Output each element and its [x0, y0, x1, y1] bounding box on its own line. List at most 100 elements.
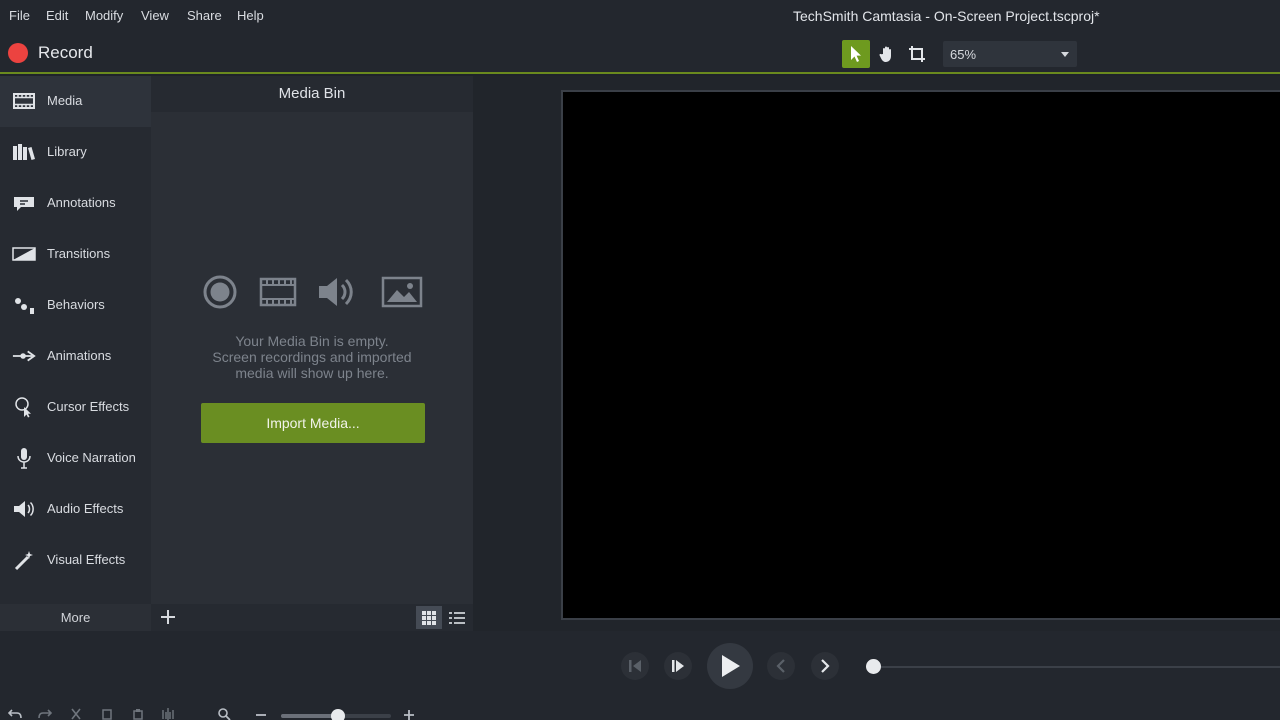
- select-pointer-icon: [851, 46, 861, 62]
- tab-label: Transitions: [47, 246, 111, 261]
- zoom-magnifier-icon: [216, 707, 232, 720]
- cursor-effects-icon: [12, 396, 36, 418]
- step-back-button[interactable]: [621, 652, 649, 680]
- tab-label: Audio Effects: [47, 501, 124, 516]
- magic-wand-icon: [12, 549, 36, 571]
- tab-cursor-effects[interactable]: Cursor Effects: [0, 382, 151, 433]
- record-button[interactable]: Record: [8, 42, 93, 64]
- import-media-button[interactable]: Import Media...: [201, 403, 425, 443]
- copy-icon[interactable]: [99, 707, 115, 720]
- cut-icon[interactable]: [68, 707, 84, 720]
- undo-icon[interactable]: [7, 707, 23, 720]
- grid-view-button[interactable]: [416, 606, 442, 629]
- tab-animations[interactable]: Animations: [0, 331, 151, 382]
- empty-message-line: Your Media Bin is empty.: [235, 333, 389, 349]
- tab-transitions[interactable]: Transitions: [0, 229, 151, 280]
- next-marker-button[interactable]: [811, 652, 839, 680]
- next-marker-icon: [821, 659, 830, 673]
- list-icon: [449, 611, 465, 624]
- tab-label: Cursor Effects: [47, 399, 130, 414]
- animation-arrow-icon: [12, 345, 36, 367]
- playhead-handle[interactable]: [866, 659, 881, 674]
- window-title: TechSmith Camtasia - On-Screen Project.t…: [793, 8, 1100, 24]
- media-bin-header: Media Bin: [151, 76, 473, 112]
- pan-hand-icon: [879, 46, 891, 62]
- select-tool-button[interactable]: [842, 40, 870, 68]
- transition-icon: [12, 243, 36, 265]
- grid-icon: [422, 610, 436, 625]
- more-button[interactable]: More: [0, 604, 151, 631]
- tab-library[interactable]: Library: [0, 127, 151, 178]
- step-forward-icon: [672, 660, 684, 672]
- zoom-value: 65%: [950, 47, 977, 62]
- pan-tool-button[interactable]: [873, 40, 901, 68]
- timeline-toolbar: [0, 701, 1280, 720]
- menu-view[interactable]: View: [141, 8, 169, 23]
- tab-behaviors[interactable]: Behaviors: [0, 280, 151, 331]
- library-books-icon: [12, 141, 36, 163]
- zoom-in-icon[interactable]: [401, 707, 417, 720]
- tools-panel: Media Library Annotations Transitions Be…: [0, 76, 151, 604]
- step-back-icon: [629, 660, 641, 672]
- media-type-icons: [151, 274, 473, 310]
- menu-bar: File Edit Modify View Share Help TechSmi…: [0, 0, 1280, 32]
- previous-marker-button[interactable]: [767, 652, 795, 680]
- tab-audio-effects[interactable]: Audio Effects: [0, 484, 151, 535]
- record-label: Record: [38, 43, 93, 62]
- playhead-track[interactable]: [874, 666, 1280, 668]
- playback-bar: [0, 631, 1280, 701]
- film-strip-icon: [12, 90, 36, 112]
- tab-label: Annotations: [47, 195, 116, 210]
- audio-speaker-icon: [317, 274, 359, 310]
- add-media-button[interactable]: [159, 608, 177, 626]
- preview-canvas[interactable]: [561, 90, 1280, 620]
- tab-visual-effects[interactable]: Visual Effects: [0, 535, 151, 586]
- paste-icon[interactable]: [130, 707, 146, 720]
- tab-media[interactable]: Media: [0, 76, 151, 127]
- empty-bin-message: Your Media Bin is empty. Screen recordin…: [151, 333, 473, 381]
- empty-message-line: Screen recordings and imported: [212, 349, 412, 365]
- tab-voice-narration[interactable]: Voice Narration: [0, 433, 151, 484]
- menu-modify[interactable]: Modify: [85, 8, 123, 23]
- empty-message-line: media will show up here.: [235, 365, 389, 381]
- menu-share[interactable]: Share: [187, 8, 222, 23]
- tab-label: Voice Narration: [47, 450, 136, 465]
- split-icon[interactable]: [160, 707, 176, 720]
- tab-label: Media: [47, 93, 83, 108]
- tab-annotations[interactable]: Annotations: [0, 178, 151, 229]
- crop-tool-button[interactable]: [903, 40, 931, 68]
- menu-file[interactable]: File: [9, 8, 30, 23]
- step-forward-button[interactable]: [664, 652, 692, 680]
- media-bin-panel: Media Bin Your Media Bin is empty. Scree…: [151, 76, 473, 604]
- canvas-area: [473, 76, 1280, 631]
- tab-label: Library: [47, 144, 87, 159]
- media-bin-title: Media Bin: [278, 85, 346, 102]
- video-film-icon: [257, 274, 299, 310]
- chevron-down-icon: [1061, 52, 1069, 57]
- media-bin-footer: [151, 604, 473, 631]
- image-picture-icon: [381, 274, 423, 310]
- zoom-slider-fill: [281, 714, 339, 718]
- behaviors-icon: [12, 294, 36, 316]
- record-screen-icon: [199, 274, 241, 310]
- tab-label: Visual Effects: [47, 552, 126, 567]
- menu-edit[interactable]: Edit: [46, 8, 68, 23]
- play-icon: [722, 655, 740, 677]
- zoom-select[interactable]: 65%: [943, 41, 1077, 67]
- redo-icon[interactable]: [37, 707, 53, 720]
- list-view-button[interactable]: [444, 606, 470, 629]
- toolbar: Record 65%: [0, 32, 1280, 74]
- play-button[interactable]: [707, 643, 753, 689]
- crop-icon: [909, 46, 925, 62]
- plus-icon: [161, 610, 175, 624]
- tab-label: Behaviors: [47, 297, 105, 312]
- zoom-slider-handle[interactable]: [331, 709, 345, 720]
- microphone-icon: [12, 447, 36, 469]
- speaker-icon: [12, 498, 36, 520]
- zoom-out-icon[interactable]: [253, 707, 269, 720]
- tab-label: Animations: [47, 348, 112, 363]
- menu-help[interactable]: Help: [237, 8, 264, 23]
- record-icon: [8, 43, 28, 63]
- previous-marker-icon: [776, 659, 785, 673]
- annotation-callout-icon: [12, 192, 36, 214]
